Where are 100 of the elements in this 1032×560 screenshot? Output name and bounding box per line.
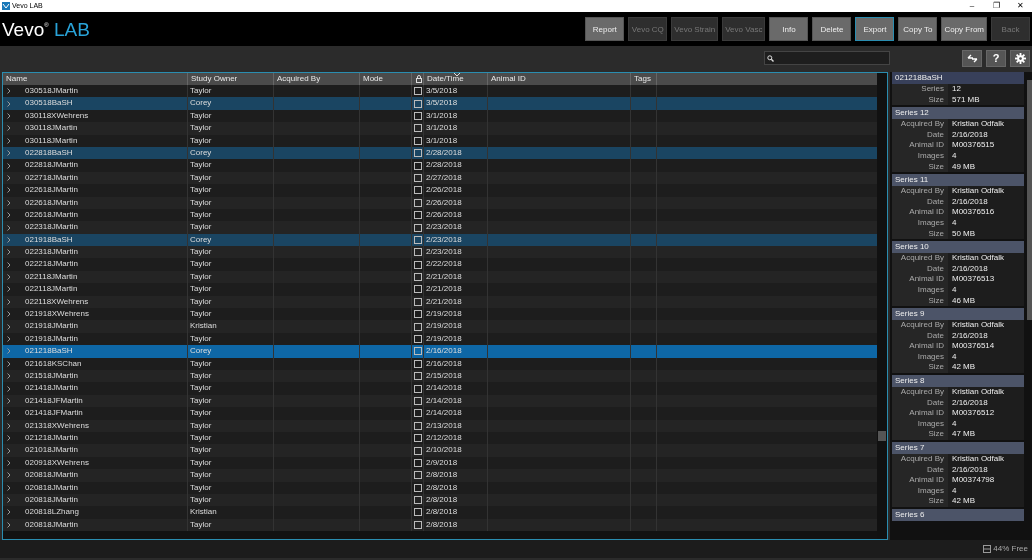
checkbox[interactable] <box>413 99 422 108</box>
table-cell-text: 022618JMartin <box>25 208 78 221</box>
table-cell: 2/28/2018 <box>426 147 462 157</box>
table-row[interactable]: 021418JMartin Taylor 2/14/2018 <box>3 382 877 395</box>
checkbox[interactable] <box>413 347 422 356</box>
restore-button[interactable]: ❐ <box>984 0 1008 12</box>
field-value: Kristian Odfalk <box>951 320 1005 331</box>
checkbox[interactable] <box>413 112 422 120</box>
checkbox[interactable] <box>413 223 422 232</box>
table-row[interactable]: 022218JMartin Taylor 2/22/2018 <box>3 258 877 271</box>
table-row[interactable]: 020818LZhang Kristian 2/8/2018 <box>3 506 877 519</box>
checkbox[interactable] <box>413 285 422 294</box>
toolbar-button[interactable]: Report <box>585 17 625 41</box>
field-value: 4 <box>951 150 957 162</box>
series-header[interactable]: Series 6 <box>892 509 1024 521</box>
checkbox[interactable] <box>413 335 422 343</box>
checkbox[interactable] <box>413 87 422 96</box>
checkbox[interactable] <box>413 322 422 331</box>
toolbar-button[interactable]: Info <box>769 17 809 41</box>
checkbox[interactable] <box>413 310 422 319</box>
table-row[interactable]: 021218BaSH Corey 2/16/2018 <box>3 345 877 358</box>
table-row[interactable]: 030518BaSH Corey 3/5/2018 <box>3 97 877 110</box>
checkbox[interactable] <box>413 496 422 505</box>
checkbox[interactable] <box>413 136 422 145</box>
series-header[interactable]: Series 9 <box>892 308 1024 321</box>
checkbox[interactable] <box>413 211 422 220</box>
checkbox[interactable] <box>413 446 422 455</box>
toolbar-button[interactable]: Delete <box>812 17 852 41</box>
settings-button[interactable] <box>1010 49 1030 67</box>
field-value: 4 <box>951 485 957 497</box>
toolbar-button[interactable]: Copy To <box>898 17 938 41</box>
field-label: Date <box>892 129 948 141</box>
table-row[interactable]: 021918JMartin Kristian 2/19/2018 <box>3 320 877 333</box>
table-cell: 2/8/2018 <box>426 494 458 504</box>
table-row[interactable]: 022318JMartin Taylor 2/23/2018 <box>3 246 877 259</box>
checkbox[interactable] <box>413 458 422 467</box>
table-cell: Taylor <box>190 519 212 529</box>
table-row[interactable]: 021418JFMartin Taylor 2/14/2018 <box>3 407 877 420</box>
table-cell: 020818LZhang <box>25 506 79 519</box>
table-cell: 2/14/2018 <box>426 395 462 405</box>
table-row[interactable]: 022618JMartin Taylor 2/26/2018 <box>3 184 877 197</box>
table-cell: 022818JMartin <box>25 159 78 172</box>
table-row[interactable]: 030518JMartin Taylor 3/5/2018 <box>3 85 877 98</box>
checkbox[interactable] <box>413 396 422 405</box>
checkbox[interactable] <box>413 260 422 269</box>
close-button[interactable]: ✕ <box>1008 0 1032 12</box>
checkbox[interactable] <box>413 508 422 517</box>
checkbox[interactable] <box>413 235 422 244</box>
checkbox[interactable] <box>413 483 422 492</box>
sync-button[interactable] <box>962 49 982 67</box>
table-cell: 2/8/2018 <box>426 519 458 529</box>
field-value: Kristian Odfalk <box>951 253 1005 264</box>
field-label: Acquired By <box>892 387 948 398</box>
table-row[interactable]: 030118JMartin Taylor 3/1/2018 <box>3 122 877 135</box>
checkbox[interactable] <box>413 372 422 381</box>
table-cell: 2/26/2018 <box>426 197 462 207</box>
series-header[interactable]: Series 12 <box>892 107 1024 120</box>
field-value: Kristian Odfalk <box>951 454 1005 465</box>
field-label: Acquired By <box>892 186 948 197</box>
table-row[interactable]: 021018JMartin Taylor 2/10/2018 <box>3 444 877 457</box>
lock-icon <box>416 75 422 83</box>
field-value: M00376513 <box>951 274 995 285</box>
checkbox[interactable] <box>413 124 422 133</box>
checkbox[interactable] <box>413 248 422 257</box>
table-row[interactable]: 021918XWehrens Taylor 2/19/2018 <box>3 308 877 321</box>
checkbox[interactable] <box>413 161 422 170</box>
table-cell: Taylor <box>190 296 212 306</box>
checkbox[interactable] <box>413 297 422 306</box>
checkbox[interactable] <box>413 198 422 207</box>
checkbox[interactable] <box>413 186 422 195</box>
field-label: Images <box>892 351 948 363</box>
checkbox[interactable] <box>413 520 422 529</box>
checkbox[interactable] <box>413 173 422 182</box>
table-row[interactable]: 022318JMartin Taylor 2/23/2018 <box>3 221 877 234</box>
scrollbar-thumb[interactable] <box>878 431 886 441</box>
field-value: 2/16/2018 <box>951 397 988 409</box>
table-row[interactable]: 022818JMartin Taylor 2/28/2018 <box>3 159 877 172</box>
checkbox[interactable] <box>413 471 422 480</box>
help-button[interactable]: ? <box>986 49 1006 67</box>
checkbox[interactable] <box>413 149 422 158</box>
checkbox[interactable] <box>413 421 422 430</box>
search-field[interactable] <box>764 51 890 65</box>
minimize-button[interactable]: – <box>960 0 984 12</box>
checkbox[interactable] <box>413 384 422 393</box>
table-cell-text: 030518JMartin <box>25 85 78 97</box>
table-cell: Taylor <box>190 247 212 257</box>
table-row[interactable]: 020818JMartin Taylor 2/8/2018 <box>3 469 877 482</box>
series-header[interactable]: Series 11 <box>892 174 1024 187</box>
checkbox[interactable] <box>413 359 422 368</box>
series-header[interactable]: Series 7 <box>892 442 1024 455</box>
checkbox[interactable] <box>413 273 422 282</box>
toolbar-button[interactable]: Export <box>855 17 895 41</box>
toolbar-button[interactable]: Copy From <box>941 17 987 41</box>
table-cell: 2/13/2018 <box>426 420 462 430</box>
series-header[interactable]: Series 10 <box>892 241 1024 254</box>
series-header[interactable]: Series 8 <box>892 375 1024 388</box>
checkbox[interactable] <box>413 434 422 443</box>
checkbox[interactable] <box>413 409 422 418</box>
table-cell: Taylor <box>190 470 212 480</box>
table-row[interactable]: 022118JMartin Taylor 2/21/2018 <box>3 283 877 296</box>
